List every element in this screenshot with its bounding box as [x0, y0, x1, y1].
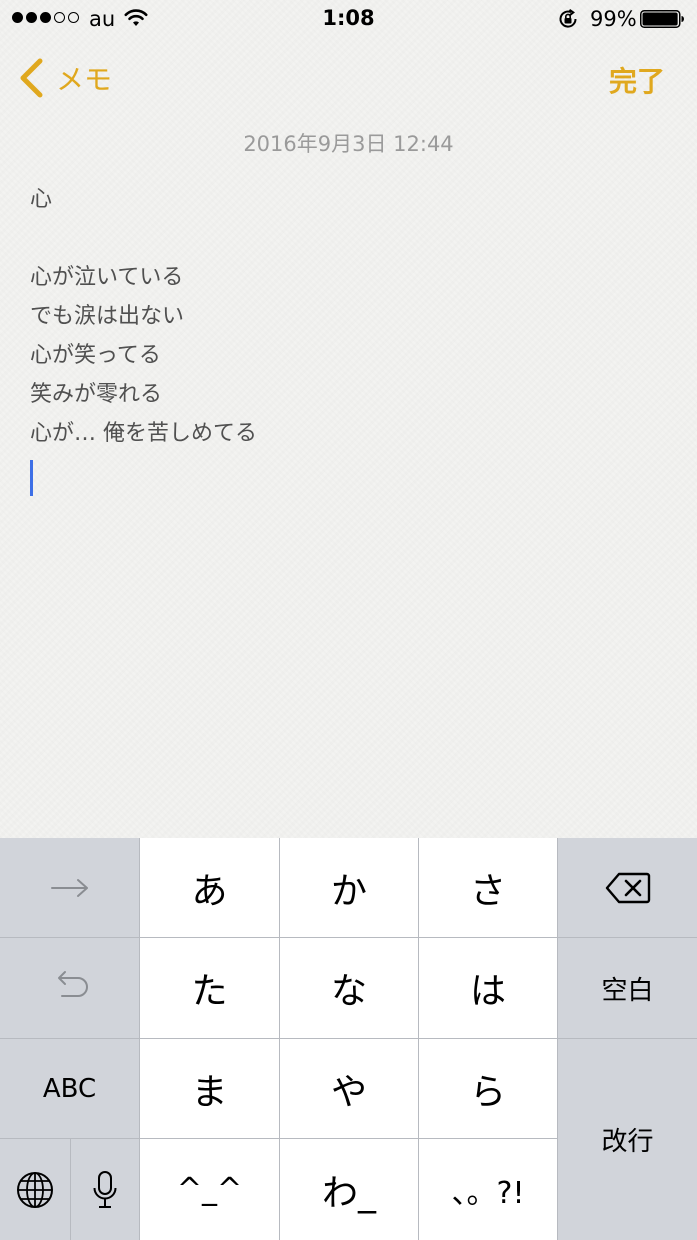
note-line: 笑みが零れる — [30, 382, 163, 407]
note-line: 心 — [30, 187, 53, 212]
chevron-left-icon — [20, 58, 43, 98]
kana-key-ma[interactable]: ま — [140, 1039, 279, 1138]
key-label: わ_ — [321, 1172, 376, 1214]
battery-icon — [640, 10, 684, 28]
navigation-bar: メモ 完了 — [0, 40, 697, 116]
space-key[interactable]: 空白 — [558, 938, 697, 1038]
note-line — [30, 224, 670, 263]
key-label: ま — [191, 1071, 228, 1113]
kana-key-ra[interactable]: ら — [419, 1039, 557, 1138]
key-label: は — [469, 971, 506, 1012]
return-key[interactable]: 改行 — [558, 1039, 697, 1240]
note-text-editor[interactable]: 心 心が泣いている でも涙は出ない 心が笑ってる 笑みが零れる 心が… 俺を苦し… — [30, 185, 670, 496]
japanese-flick-keyboard: あ か さ た な は 空白 ABC ま や ら 改行 ^_^ わ_ 、。?! — [0, 838, 697, 1240]
kana-key-emoticon[interactable]: ^_^ — [140, 1139, 279, 1240]
arrow-right-icon — [50, 878, 88, 897]
kana-key-ka[interactable]: か — [280, 838, 418, 937]
key-label: や — [330, 1071, 367, 1113]
undo-key[interactable] — [0, 938, 139, 1038]
microphone-icon — [93, 1170, 117, 1208]
kana-key-ya[interactable]: や — [280, 1039, 418, 1138]
key-label: ^_^ — [176, 1172, 243, 1207]
note-line: 心が… 俺を苦しめてる — [30, 421, 257, 446]
globe-icon — [17, 1171, 53, 1208]
done-button[interactable]: 完了 — [609, 60, 665, 100]
kana-key-ha[interactable]: は — [419, 938, 557, 1038]
backspace-key[interactable] — [558, 838, 697, 937]
back-button-label: メモ — [56, 63, 113, 96]
rotation-lock-icon — [559, 8, 577, 28]
status-bar: au 1:08 99% — [0, 0, 697, 40]
next-candidate-key[interactable] — [0, 838, 139, 937]
key-label: ABC — [42, 1073, 97, 1104]
dictation-key[interactable] — [71, 1139, 139, 1240]
kana-key-punctuation[interactable]: 、。?! — [419, 1139, 557, 1240]
key-label: 、。?! — [451, 1175, 525, 1211]
note-date: 2016年9月3日 12:44 — [243, 132, 454, 156]
kana-key-wa[interactable]: わ_ — [280, 1139, 418, 1240]
note-line: 心が泣いている — [30, 265, 184, 290]
key-label: か — [330, 870, 367, 912]
note-line: でも涙は出ない — [30, 304, 185, 329]
undo-icon — [57, 971, 88, 997]
kana-key-sa[interactable]: さ — [419, 838, 557, 937]
key-label: あ — [191, 870, 228, 912]
kana-key-na[interactable]: な — [280, 938, 418, 1038]
back-to-notes-button[interactable]: メモ — [18, 58, 112, 98]
kana-key-ta[interactable]: た — [140, 938, 279, 1038]
kana-key-a[interactable]: あ — [140, 838, 279, 937]
key-label: な — [330, 971, 367, 1012]
backspace-icon — [605, 872, 650, 903]
globe-key[interactable] — [0, 1139, 70, 1240]
key-label: 空白 — [601, 975, 654, 1006]
key-label: 改行 — [601, 1127, 654, 1157]
key-label: さ — [469, 870, 506, 912]
battery-percent: 99% — [590, 7, 637, 31]
note-line: 心が笑ってる — [30, 343, 161, 368]
abc-key[interactable]: ABC — [0, 1039, 139, 1138]
key-label: ら — [469, 1071, 506, 1113]
key-label: た — [191, 971, 228, 1012]
text-cursor — [30, 460, 33, 496]
